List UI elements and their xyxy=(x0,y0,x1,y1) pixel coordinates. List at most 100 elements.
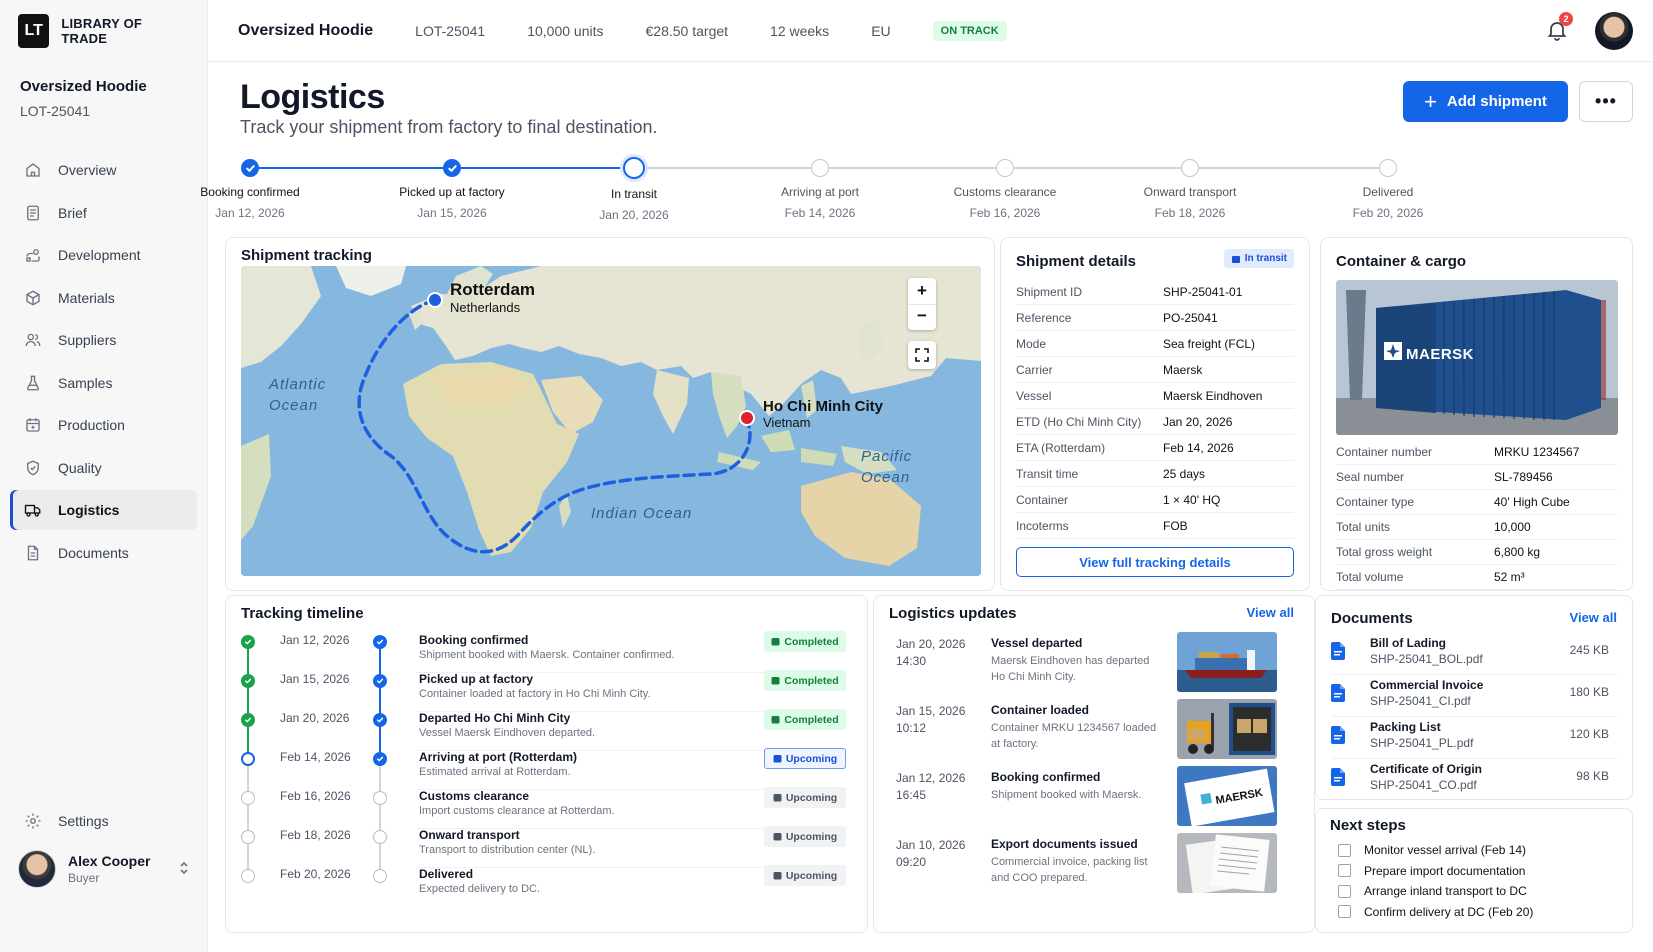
brand[interactable]: LT LIBRARY OF TRADE xyxy=(0,0,207,62)
zoom-out-button[interactable]: − xyxy=(908,304,936,330)
document-size: 245 KB xyxy=(1569,643,1609,657)
card-title: Documents xyxy=(1331,610,1413,627)
update-time: 10:12 xyxy=(896,721,927,735)
sidebar-item-brief[interactable]: Brief xyxy=(10,193,197,233)
status-icon xyxy=(773,755,782,763)
stepper-step[interactable]: Arriving at port Feb 14, 2026 xyxy=(750,156,890,220)
sidebar-item-logistics[interactable]: Logistics xyxy=(10,490,197,530)
avatar xyxy=(18,850,56,888)
shipment-map[interactable]: Rotterdam Netherlands Ho Chi Minh City V… xyxy=(241,266,981,576)
view-all-documents-link[interactable]: View all xyxy=(1570,610,1617,625)
timeline-event-description: Import customs clearance at Rotterdam. xyxy=(419,805,615,817)
update-date: Jan 12, 2026 xyxy=(896,771,966,785)
sidebar-item-documents[interactable]: Documents xyxy=(10,533,197,573)
next-step-item[interactable]: Arrange inland transport to DC xyxy=(1338,884,1527,898)
sidebar-nav: Overview Brief Development Materials Sup… xyxy=(10,150,197,575)
detail-key: Transit time xyxy=(1016,466,1079,481)
production-icon xyxy=(24,416,42,434)
document-row[interactable]: Certificate of Origin SHP-25041_CO.pdf 98 … xyxy=(1331,759,1617,801)
sidebar-item-settings[interactable]: Settings xyxy=(10,801,197,841)
update-row[interactable]: Jan 20, 2026 14:30 Vessel departed Maersk E… xyxy=(896,632,1294,694)
sidebar-item-label: Suppliers xyxy=(58,332,117,348)
status-badge: Upcoming xyxy=(764,787,846,808)
document-size: 180 KB xyxy=(1569,685,1609,699)
zoom-in-button[interactable]: + xyxy=(917,278,927,304)
user-menu[interactable]: Alex Cooper Buyer xyxy=(18,850,189,888)
document-size: 98 KB xyxy=(1576,769,1609,783)
sidebar-item-overview[interactable]: Overview xyxy=(10,150,197,190)
detail-key: Vessel xyxy=(1016,388,1052,403)
stepper-step[interactable]: Booking confirmed Jan 12, 2026 xyxy=(180,156,320,220)
document-row[interactable]: Packing List SHP-25041_PL.pdf 120 KB xyxy=(1331,717,1617,759)
view-tracking-details-button[interactable]: View full tracking details xyxy=(1016,547,1294,577)
timeline-status-icon xyxy=(241,713,255,727)
timeline-date: Jan 20, 2026 xyxy=(280,711,350,725)
update-row[interactable]: Jan 10, 2026 09:20 Export documents issued… xyxy=(896,833,1294,895)
sidebar-item-samples[interactable]: Samples xyxy=(10,363,197,403)
document-row[interactable]: Commercial Invoice SHP-25041_CI.pdf 180 KB xyxy=(1331,675,1617,717)
task-checkbox[interactable] xyxy=(1338,884,1351,898)
update-datetime: Jan 10, 2026 09:20 xyxy=(896,837,986,871)
next-step-item[interactable]: Monitor vessel arrival (Feb 14) xyxy=(1338,843,1526,857)
timeline-status-icon xyxy=(241,635,255,649)
sidebar-item-label: Development xyxy=(58,247,141,263)
detail-value: FOB xyxy=(1163,518,1188,533)
notifications-button[interactable]: 2 xyxy=(1545,12,1573,42)
stepper-step[interactable]: Onward transport Feb 18, 2026 xyxy=(1120,156,1260,220)
timeline-event-title: Booking confirmed xyxy=(419,633,529,647)
detail-key: Incoterms xyxy=(1016,518,1069,533)
step-date: Jan 12, 2026 xyxy=(215,206,285,220)
stepper-step[interactable]: Customs clearance Feb 16, 2026 xyxy=(935,156,1075,220)
stepper-step[interactable]: Picked up at factory Jan 15, 2026 xyxy=(382,156,522,220)
next-step-item[interactable]: Confirm delivery at DC (Feb 20) xyxy=(1338,905,1533,919)
detail-key: Carrier xyxy=(1016,362,1053,377)
update-thumbnail: MAERSK xyxy=(1177,766,1277,826)
update-date: Jan 15, 2026 xyxy=(896,704,966,718)
sidebar-item-suppliers[interactable]: Suppliers xyxy=(10,320,197,360)
timeline-status-icon xyxy=(241,791,255,805)
detail-row: Container type 40' High Cube xyxy=(1336,490,1617,515)
detail-row: Reference PO-25041 xyxy=(1016,305,1294,331)
status-label: Upcoming xyxy=(785,869,838,882)
fullscreen-button[interactable] xyxy=(908,341,936,369)
next-steps-card: Next steps Monitor vessel arrival (Feb 1… xyxy=(1315,808,1633,933)
avatar[interactable] xyxy=(1595,12,1633,50)
stepper-step[interactable]: Delivered Feb 20, 2026 xyxy=(1318,156,1458,220)
task-checkbox[interactable] xyxy=(1338,843,1351,857)
detail-value: MRKU 1234567 xyxy=(1494,445,1580,459)
timeline-date: Jan 15, 2026 xyxy=(280,672,350,686)
timeline-status-icon xyxy=(241,869,255,883)
chevron-updown-icon[interactable] xyxy=(179,861,189,878)
detail-value: Maersk Eindhoven xyxy=(1163,388,1263,403)
task-checkbox[interactable] xyxy=(1338,905,1351,918)
status-icon xyxy=(771,638,780,646)
update-time: 16:45 xyxy=(896,788,927,802)
document-row[interactable]: Bill of Lading SHP-25041_BOL.pdf 245 KB xyxy=(1331,633,1617,675)
add-shipment-button[interactable]: + Add shipment xyxy=(1403,81,1568,122)
suppliers-icon xyxy=(24,331,42,349)
update-row[interactable]: Jan 12, 2026 16:45 Booking confirmed Shipme… xyxy=(896,766,1294,828)
timeline-row: Feb 16, 2026 Customs clearance Import cust… xyxy=(226,787,867,829)
view-all-updates-link[interactable]: View all xyxy=(1247,605,1294,620)
detail-value: 40' High Cube xyxy=(1494,495,1570,509)
task-checkbox[interactable] xyxy=(1338,864,1351,877)
next-step-item[interactable]: Prepare import documentation xyxy=(1338,864,1525,878)
atlantic-ocean-label: Atlantic Ocean xyxy=(269,376,327,414)
more-options-button[interactable]: ••• xyxy=(1579,81,1633,122)
sidebar-item-label: Brief xyxy=(58,204,87,221)
add-shipment-label: Add shipment xyxy=(1446,93,1547,110)
timeline-event-icon xyxy=(373,674,387,688)
sidebar-item-label: Materials xyxy=(58,289,115,306)
detail-value: Sea freight (FCL) xyxy=(1163,336,1256,351)
timeline-event-description: Container loaded at factory in Ho Chi Mi… xyxy=(419,688,651,700)
user-info: Alex Cooper Buyer xyxy=(68,853,150,885)
update-row[interactable]: Jan 15, 2026 10:12 Container loaded Contain… xyxy=(896,699,1294,761)
stepper-step[interactable]: In transit Jan 20, 2026 xyxy=(564,156,704,222)
sidebar-item-production[interactable]: Production xyxy=(10,405,197,445)
detail-value: 10,000 xyxy=(1494,520,1531,534)
sidebar-item-quality[interactable]: Quality xyxy=(10,448,197,488)
task-label: Monitor vessel arrival (Feb 14) xyxy=(1364,843,1527,857)
step-date: Feb 20, 2026 xyxy=(1352,206,1424,220)
sidebar-item-materials[interactable]: Materials xyxy=(10,278,197,318)
sidebar-item-development[interactable]: Development xyxy=(10,235,197,275)
